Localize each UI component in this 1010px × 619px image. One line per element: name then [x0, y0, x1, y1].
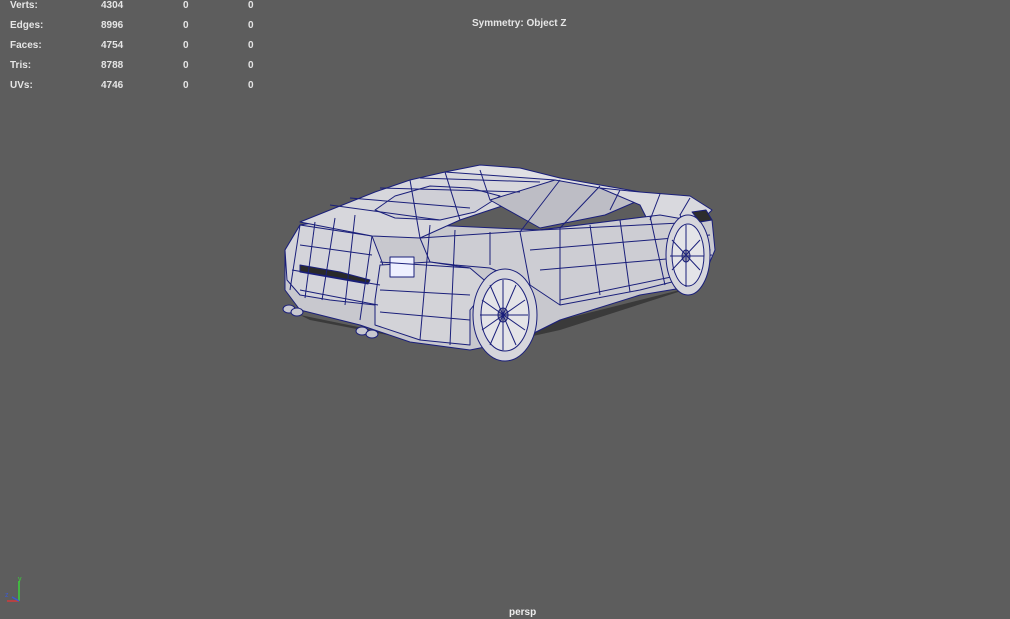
axis-z-label: z — [5, 592, 9, 599]
axis-y-label: y — [18, 576, 22, 583]
rear-wheel — [472, 268, 538, 362]
car-tail-light — [389, 256, 415, 278]
axis-indicator: y z — [5, 576, 22, 602]
car-wireframe-model[interactable] — [0, 0, 1010, 619]
camera-name: persp — [509, 607, 537, 618]
front-wheel — [665, 214, 711, 296]
3d-viewport[interactable]: Verts: 4304 0 0 Edges: 8996 0 0 Faces: 4… — [0, 0, 1010, 619]
